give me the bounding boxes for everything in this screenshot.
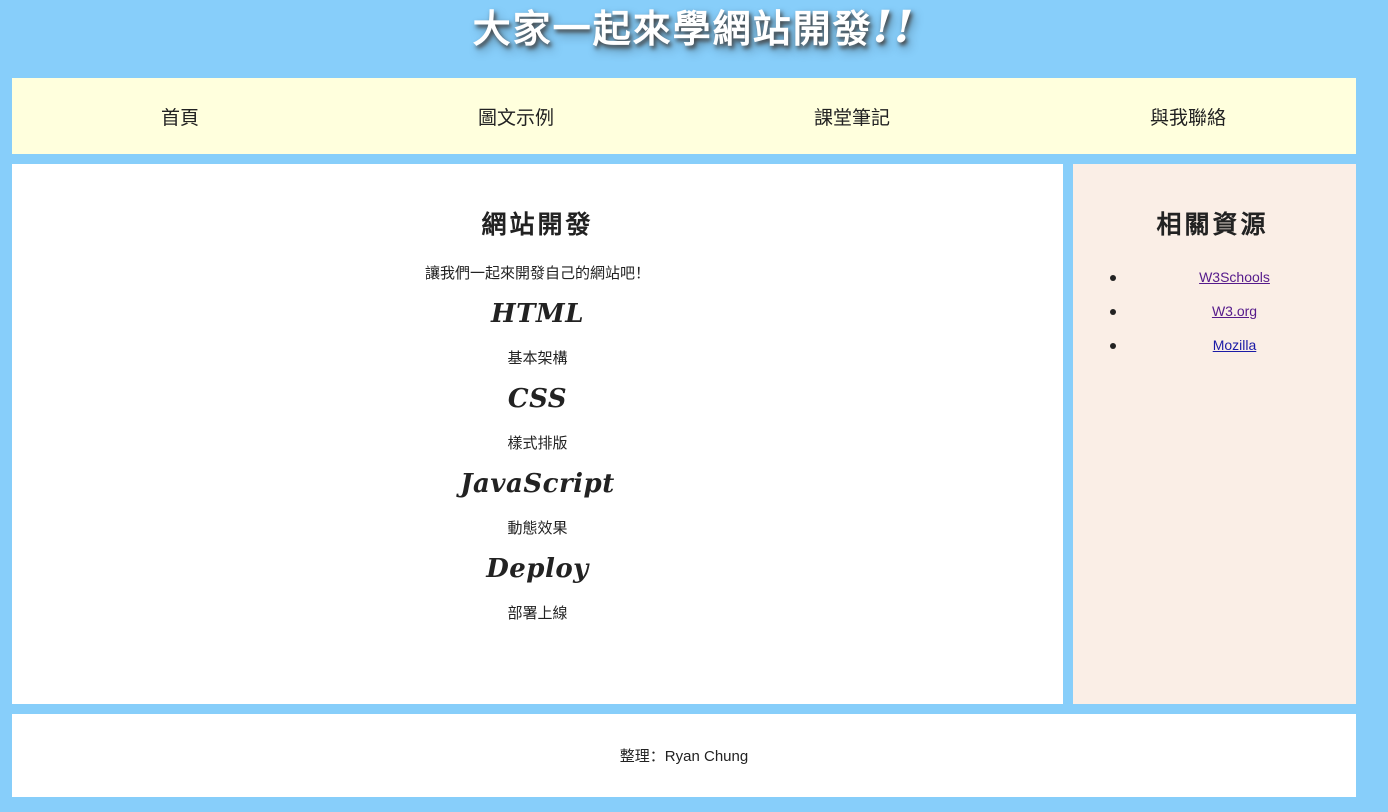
resources-sidebar: 相關資源 W3Schools W3.org Mozilla [1073, 164, 1356, 704]
page-footer: 整理：Ryan Chung [12, 714, 1356, 797]
topic-title-css: CSS [507, 384, 568, 414]
nav-item-notes[interactable]: 課堂筆記 [684, 78, 1020, 154]
footer-credit: 整理：Ryan Chung [619, 748, 749, 765]
bullet-icon [1110, 275, 1116, 281]
topic-desc-css: 樣式排版 [507, 435, 568, 452]
topic-title-deploy: Deploy [486, 554, 589, 584]
topic-desc-javascript: 動態效果 [507, 520, 568, 537]
link-w3org[interactable]: W3.org [1212, 303, 1257, 319]
nav-item-home[interactable]: 首頁 [12, 78, 348, 154]
list-item: W3.org [1073, 296, 1356, 330]
link-mozilla[interactable]: Mozilla [1213, 337, 1257, 353]
site-title-exclamation: !! [872, 2, 916, 53]
topic-desc-html: 基本架構 [507, 350, 568, 367]
link-w3schools[interactable]: W3Schools [1199, 269, 1270, 285]
main-nav: 首頁 圖文示例 課堂筆記 與我聯絡 [12, 78, 1356, 154]
topic-title-javascript: JavaScript [460, 469, 615, 499]
nav-item-contact[interactable]: 與我聯絡 [1020, 78, 1356, 154]
topic-desc-deploy: 部署上線 [507, 605, 568, 622]
topic-title-html: HTML [491, 299, 584, 329]
main-content: 網站開發 讓我們一起來開發自己的網站吧！ HTML 基本架構 CSS 樣式排版 … [12, 164, 1063, 704]
resources-list: W3Schools W3.org Mozilla [1073, 262, 1356, 364]
nav-item-examples[interactable]: 圖文示例 [348, 78, 684, 154]
list-item: Mozilla [1073, 330, 1356, 364]
intro-text: 讓我們一起來開發自己的網站吧！ [424, 265, 650, 282]
site-title: 大家一起來學網站開發!! [0, 0, 1388, 78]
resources-heading: 相關資源 [1156, 210, 1269, 239]
main-heading: 網站開發 [481, 210, 594, 239]
list-item: W3Schools [1073, 262, 1356, 296]
bullet-icon [1110, 343, 1116, 349]
site-title-text: 大家一起來學網站開發 [472, 6, 873, 51]
bullet-icon [1110, 309, 1116, 315]
